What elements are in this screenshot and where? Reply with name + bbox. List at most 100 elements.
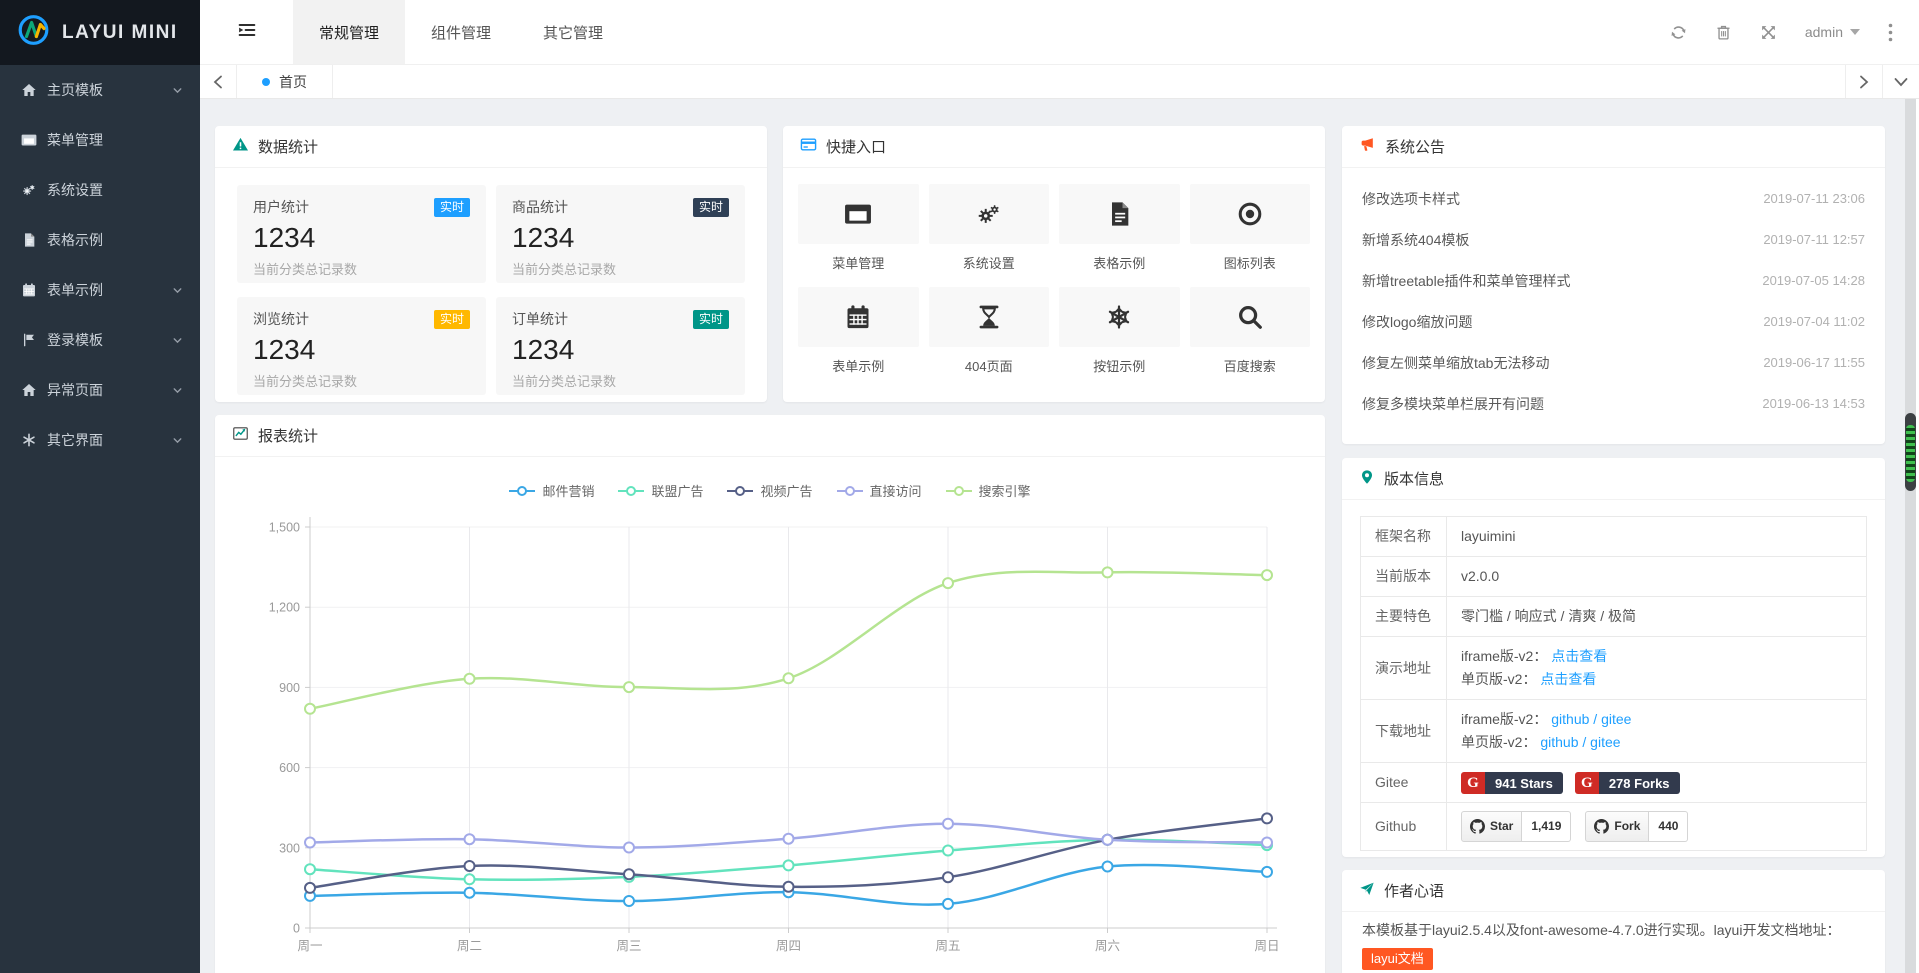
gitee-icon: G: [1575, 772, 1599, 794]
announcement-date: 2019-06-17 11:55: [1763, 355, 1865, 370]
sidebar-item-label: 表单示例: [47, 280, 161, 300]
tab-home[interactable]: 首页: [237, 65, 333, 98]
legend-item-直接访问[interactable]: 直接访问: [837, 481, 922, 500]
svg-text:周五: 周五: [935, 939, 960, 953]
version-row-label: Gitee: [1361, 763, 1447, 803]
link-github[interactable]: github: [1551, 711, 1589, 727]
quick-entry-百度搜索[interactable]: 百度搜索: [1190, 287, 1311, 375]
legend-item-视频广告[interactable]: 视频广告: [727, 481, 812, 500]
stat-label: 订单统计: [512, 309, 568, 329]
main-content: 数据统计 用户统计实时1234当前分类总记录数商品统计实时1234当前分类总记录…: [200, 99, 1905, 973]
sidebar-item-8[interactable]: 其它界面: [0, 415, 200, 465]
version-row-value: iframe版-v2： 点击查看单页版-v2： 点击查看: [1447, 637, 1867, 700]
quick-entry-404页面[interactable]: 404页面: [929, 287, 1050, 375]
sidebar-collapse-button[interactable]: [200, 0, 293, 64]
card-title: 版本信息: [1384, 468, 1444, 489]
more-vertical-icon: [1888, 23, 1893, 42]
legend-marker-icon: [727, 485, 753, 497]
page-tabbar: 首页: [200, 65, 1919, 99]
chevron-down-icon: [171, 284, 184, 297]
quick-entry-label: 404页面: [929, 356, 1050, 375]
quick-entry-表格示例[interactable]: 表格示例: [1059, 184, 1180, 272]
sidebar-item-label: 异常页面: [47, 380, 161, 400]
quick-entry-系统设置[interactable]: 系统设置: [929, 184, 1050, 272]
chevron-down-icon: [171, 84, 184, 97]
file-icon: [1105, 200, 1133, 228]
svg-text:1,500: 1,500: [269, 521, 300, 535]
sidebar-item-label: 系统设置: [47, 180, 184, 200]
home-icon: [21, 382, 37, 398]
chevron-down-icon: [171, 334, 184, 347]
username: admin: [1805, 24, 1843, 40]
nav-tab-2[interactable]: 组件管理: [405, 0, 517, 64]
sidebar-item-5[interactable]: 表单示例: [0, 265, 200, 315]
refresh-icon: [1670, 24, 1687, 41]
top-navbar: 常规管理组件管理其它管理: [200, 0, 1919, 64]
tabs-scroll-right-button[interactable]: [1845, 65, 1882, 98]
version-row-value: iframe版-v2： github / gitee单页版-v2： github…: [1447, 700, 1867, 763]
legend-item-联盟广告[interactable]: 联盟广告: [618, 481, 703, 500]
quick-entry-图标列表[interactable]: 图标列表: [1190, 184, 1311, 272]
link-gitee[interactable]: gitee: [1590, 734, 1620, 750]
link-点击查看[interactable]: 点击查看: [1540, 671, 1596, 687]
trash-icon: [1715, 24, 1732, 41]
more-menu-button[interactable]: [1888, 23, 1893, 42]
table-row: Gitee G941 Stars G278 Forks: [1361, 763, 1867, 803]
sidebar: 主页模板菜单管理系统设置表格示例表单示例登录模板异常页面其它界面: [0, 65, 200, 973]
window-icon: [21, 132, 37, 148]
gitee-badge[interactable]: G278 Forks: [1575, 772, 1680, 794]
legend-label: 搜索引擎: [979, 481, 1031, 500]
gitee-badge[interactable]: G941 Stars: [1461, 772, 1563, 794]
quick-entry-label: 图标列表: [1190, 253, 1311, 272]
sidebar-item-4[interactable]: 表格示例: [0, 215, 200, 265]
author-line1: 本模板基于layui2.5.4以及font-awesome-4.7.0进行实现。…: [1362, 918, 1865, 943]
svg-text:0: 0: [293, 922, 300, 936]
announcement-row: 新增treetable插件和菜单管理样式2019-07-05 14:28: [1362, 260, 1865, 301]
refresh-button[interactable]: [1670, 24, 1687, 41]
quick-entry-按钮示例[interactable]: 按钮示例: [1059, 287, 1180, 375]
scrollbar-track: [1905, 99, 1916, 973]
announcement-title: 修改选项卡样式: [1362, 189, 1460, 209]
chart-legend: 邮件营销 联盟广告 视频广告 直接访问 搜索引擎: [215, 481, 1325, 500]
sidebar-item-2[interactable]: 菜单管理: [0, 115, 200, 165]
link-gitee[interactable]: gitee: [1601, 711, 1631, 727]
app-title: LAYUI MINI: [62, 22, 178, 44]
line-chart: 03006009001,2001,500周一周二周三周四周五周六周日: [215, 457, 1325, 973]
nav-tab-3[interactable]: 其它管理: [517, 0, 629, 64]
svg-text:1,200: 1,200: [269, 601, 300, 615]
github-star-button[interactable]: Star1,419: [1461, 811, 1571, 842]
legend-item-搜索引擎[interactable]: 搜索引擎: [946, 481, 1031, 500]
sidebar-item-label: 其它界面: [47, 430, 161, 450]
clear-cache-button[interactable]: [1715, 24, 1732, 41]
active-tab-dot-icon: [262, 78, 270, 86]
link-github[interactable]: github: [1540, 734, 1578, 750]
card-title: 系统公告: [1385, 136, 1445, 157]
sidebar-item-1[interactable]: 主页模板: [0, 65, 200, 115]
fullscreen-button[interactable]: [1760, 24, 1777, 41]
sidebar-item-3[interactable]: 系统设置: [0, 165, 200, 215]
user-menu[interactable]: admin: [1805, 24, 1860, 40]
sidebar-item-6[interactable]: 登录模板: [0, 315, 200, 365]
github-fork-button[interactable]: Fork440: [1585, 811, 1688, 842]
chevron-down-icon: [1894, 77, 1908, 87]
tabs-scroll-left-button[interactable]: [200, 65, 237, 98]
stat-box: 浏览统计实时1234当前分类总记录数: [237, 297, 486, 395]
stat-label: 浏览统计: [253, 309, 309, 329]
announcement-row: 新增系统404模板2019-07-11 12:57: [1362, 219, 1865, 260]
nav-tab-1[interactable]: 常规管理: [293, 0, 405, 64]
stat-badge: 实时: [434, 310, 470, 329]
legend-item-邮件营销[interactable]: 邮件营销: [509, 481, 594, 500]
header-actions: admin: [1670, 0, 1919, 64]
card-title: 快捷入口: [826, 136, 886, 157]
svg-text:周日: 周日: [1254, 939, 1279, 953]
quick-entry-表单示例[interactable]: 表单示例: [798, 287, 919, 375]
table-row: 当前版本v2.0.0: [1361, 557, 1867, 597]
chevron-down-icon: [171, 384, 184, 397]
quick-entry-菜单管理[interactable]: 菜单管理: [798, 184, 919, 272]
layui-doc-badge[interactable]: layui文档: [1362, 948, 1433, 970]
link-点击查看[interactable]: 点击查看: [1551, 648, 1607, 664]
scrollbar-thumb[interactable]: [1905, 413, 1916, 491]
sidebar-item-7[interactable]: 异常页面: [0, 365, 200, 415]
card-title: 作者心语: [1384, 880, 1444, 901]
tabs-menu-button[interactable]: [1882, 65, 1919, 98]
